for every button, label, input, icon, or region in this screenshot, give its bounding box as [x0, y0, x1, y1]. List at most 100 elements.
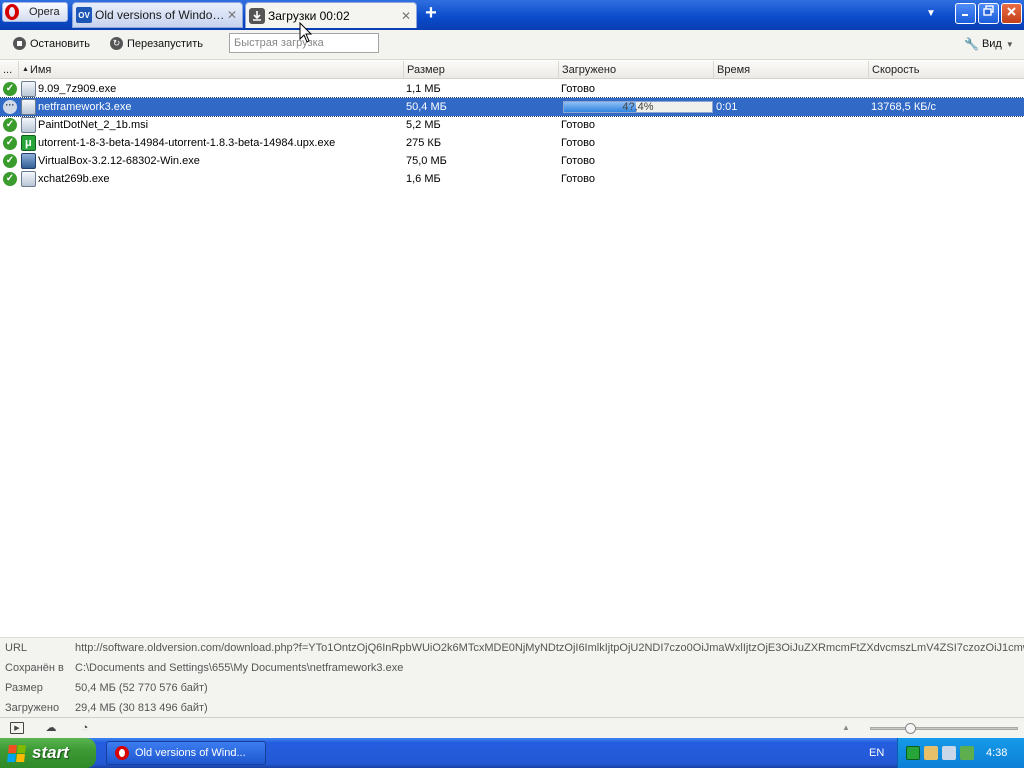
- download-status: Готово: [561, 173, 595, 185]
- safely-remove-tray-icon[interactable]: [960, 746, 974, 760]
- column-size[interactable]: Размер: [403, 61, 558, 79]
- installer-icon: [21, 117, 36, 133]
- download-progress-bar: 4?,4%: [563, 101, 713, 113]
- panel-toggle-icon[interactable]: ▶: [10, 722, 24, 734]
- restart-icon: ↻: [110, 37, 123, 50]
- downloaded-label: Загружено: [5, 702, 60, 714]
- oldversion-favicon-icon: OV: [76, 7, 92, 23]
- turbo-gauge-icon[interactable]: ◔: [78, 722, 92, 734]
- download-row[interactable]: ✓ utorrent-1-8-3-beta-14984-utorrent-1.8…: [0, 134, 1024, 152]
- zoom-slider-handle[interactable]: [904, 723, 916, 734]
- close-tab-icon[interactable]: ✕: [225, 8, 239, 22]
- file-name: VirtualBox-3.2.12-68302-Win.exe: [38, 155, 200, 167]
- time-remaining: 0:01: [716, 101, 738, 113]
- done-check-icon: ✓: [3, 154, 17, 168]
- size-value: 50,4 МБ (52 770 576 байт): [75, 682, 208, 694]
- virtualbox-icon: [21, 153, 36, 169]
- wrench-icon: 🔧: [964, 37, 979, 51]
- status-bar: ▶ ☁ ◔ ▲: [0, 717, 1024, 738]
- stop-label: Остановить: [30, 37, 91, 50]
- tab-title: Загрузки 00:02: [268, 8, 350, 23]
- file-name: 9.09_7z909.exe: [38, 83, 117, 95]
- restart-label: Перезапустить: [127, 37, 203, 50]
- language-indicator[interactable]: EN: [869, 747, 884, 759]
- zoom-arrow-icon[interactable]: ▲: [842, 723, 850, 732]
- column-name[interactable]: ▲Имя: [18, 61, 403, 79]
- tab-title: Old versions of Windows...: [95, 8, 225, 22]
- stop-button[interactable]: Остановить: [13, 37, 90, 50]
- network-tray-icon[interactable]: [942, 746, 956, 760]
- stop-icon: [13, 37, 26, 50]
- close-window-button[interactable]: [1001, 3, 1022, 24]
- file-size: 1,6 МБ: [406, 173, 441, 185]
- file-size: 275 КБ: [406, 137, 442, 149]
- people-tray-icon[interactable]: [924, 746, 938, 760]
- download-favicon-icon: [249, 7, 265, 24]
- close-icon: [1007, 7, 1016, 16]
- minimize-icon: [961, 14, 968, 16]
- zoom-slider[interactable]: [870, 723, 1018, 734]
- sort-up-icon: ▲: [22, 66, 29, 73]
- file-size: 75,0 МБ: [406, 155, 447, 167]
- done-check-icon: ✓: [3, 136, 17, 150]
- in-progress-icon: ···: [3, 100, 17, 114]
- mouse-cursor-icon: [299, 22, 313, 43]
- utorrent-icon: [21, 134, 36, 152]
- installer-icon: [21, 99, 36, 115]
- details-url-row: URL http://software.oldversion.com/downl…: [0, 638, 1024, 658]
- column-menu-button[interactable]: ...: [0, 61, 18, 79]
- details-downloaded-row: Загружено 29,4 МБ (30 813 496 байт): [0, 698, 1024, 718]
- download-speed: 13768,5 КБ/с: [871, 101, 937, 113]
- view-menu-button[interactable]: 🔧 Вид ▼: [964, 37, 1014, 51]
- done-check-icon: ✓: [3, 82, 17, 96]
- download-status: Готово: [561, 137, 595, 149]
- start-button[interactable]: start: [0, 738, 96, 768]
- tab-downloads[interactable]: Загрузки 00:02 ✕: [245, 2, 417, 28]
- download-row[interactable]: ✓ PaintDotNet_2_1b.msi 5,2 МБ Готово: [0, 116, 1024, 134]
- cloud-unite-icon[interactable]: ☁: [44, 722, 58, 734]
- tab-list-arrow-icon[interactable]: ▼: [926, 8, 936, 19]
- close-tab-icon[interactable]: ✕: [399, 9, 413, 23]
- download-row-selected[interactable]: ··· netframework3.exe 50,4 МБ 4?,4% 0:01…: [0, 97, 1024, 117]
- done-check-icon: ✓: [3, 172, 17, 186]
- file-size: 1,1 МБ: [406, 83, 441, 95]
- tab-old-versions[interactable]: OV Old versions of Windows... ✕: [72, 2, 243, 28]
- details-saved-row: Сохранён в C:\Documents and Settings\655…: [0, 658, 1024, 678]
- tab-bar: Opera OV Old versions of Windows... ✕ За…: [0, 0, 1024, 30]
- download-row[interactable]: ✓ VirtualBox-3.2.12-68302-Win.exe 75,0 М…: [0, 152, 1024, 170]
- column-speed[interactable]: Скорость: [868, 61, 1024, 79]
- file-name: utorrent-1-8-3-beta-14984-utorrent-1.8.3…: [38, 137, 336, 149]
- utorrent-tray-icon[interactable]: [906, 746, 920, 760]
- downloaded-value: 29,4 МБ (30 813 496 байт): [75, 702, 208, 714]
- download-status: Готово: [561, 119, 595, 131]
- progress-percent: 4?,4%: [622, 101, 654, 113]
- done-check-icon: ✓: [3, 118, 17, 132]
- file-size: 5,2 МБ: [406, 119, 441, 131]
- start-label: start: [32, 743, 69, 762]
- download-status: Готово: [561, 155, 595, 167]
- restart-button[interactable]: ↻ Перезапустить: [110, 37, 203, 50]
- taskbar-opera-window[interactable]: Old versions of Wind...: [106, 741, 266, 765]
- url-value[interactable]: http://software.oldversion.com/download.…: [75, 638, 1024, 658]
- download-row[interactable]: ✓ 9.09_7z909.exe 1,1 МБ Готово: [0, 80, 1024, 98]
- new-tab-button[interactable]: +: [421, 3, 441, 23]
- download-row[interactable]: ✓ xchat269b.exe 1,6 МБ Готово: [0, 170, 1024, 188]
- file-name: PaintDotNet_2_1b.msi: [38, 119, 149, 131]
- opera-menu-label: Opera: [29, 6, 60, 18]
- minimize-button[interactable]: [955, 3, 976, 24]
- restore-button[interactable]: [978, 3, 999, 24]
- system-tray: 4:38: [897, 738, 1024, 768]
- saved-label: Сохранён в: [5, 662, 64, 674]
- opera-menu-button[interactable]: Opera: [2, 2, 68, 22]
- column-downloaded[interactable]: Загружено: [558, 61, 713, 79]
- clock: 4:38: [986, 747, 1008, 759]
- opera-logo-icon: [5, 4, 19, 20]
- column-header: ... ▲Имя Размер Загружено Время Скорость: [0, 61, 1024, 79]
- file-size: 50,4 МБ: [406, 101, 447, 113]
- taskbar: start Old versions of Wind... EN 4:38: [0, 738, 1024, 768]
- file-name: xchat269b.exe: [38, 173, 110, 185]
- opera-icon: [115, 746, 129, 760]
- saved-path-value[interactable]: C:\Documents and Settings\655\My Documen…: [75, 658, 1024, 678]
- column-time[interactable]: Время: [713, 61, 868, 79]
- chevron-down-icon: ▼: [1005, 39, 1014, 49]
